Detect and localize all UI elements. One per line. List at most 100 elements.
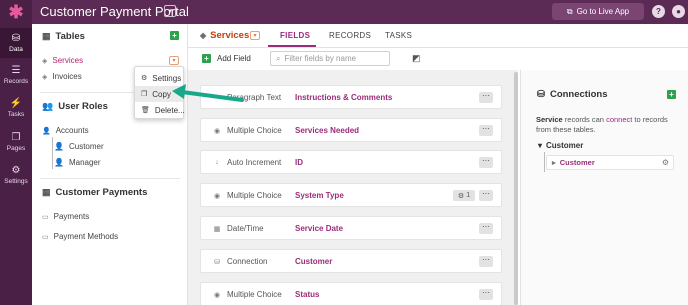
choice-icon: ◉ [213,127,221,135]
rail-item-tasks[interactable]: ⚡ Tasks [0,93,32,123]
divider [40,178,180,179]
connections-description: Service records can connect to records f… [536,115,678,135]
add-connection-button[interactable]: + [667,90,676,99]
user-icon: 👤 [54,142,64,151]
add-field-label: Add Field [217,54,251,63]
field-name[interactable]: System Type [295,191,344,200]
field-name[interactable]: Services Needed [295,126,359,135]
help-icon[interactable]: ? [652,5,665,18]
rule-count-badge[interactable]: ⚙ 1 [453,190,475,201]
user-roles-heading: 👥 User Roles [42,101,108,112]
customer-payments-heading: ▦ Customer Payments [42,187,147,198]
choice-icon: ◉ [213,192,221,200]
field-row[interactable]: ◉ Multiple Choice System Type ⚙ 1 ⋯ [200,183,502,207]
field-type: Multiple Choice [227,126,282,135]
connection-item-customer[interactable]: ▸ Customer ⚙ [546,155,674,170]
chevron-down-icon[interactable]: ▾ [164,5,176,17]
field-row[interactable]: ⛁ Connection Customer ⋯ [200,249,502,273]
more-options-button[interactable]: ⋯ [479,190,493,201]
more-options-button[interactable]: ⋯ [479,92,493,103]
connections-panel [520,70,688,305]
table-item-icon: ◈ [42,73,48,81]
tab-tasks[interactable]: TASKS [385,31,412,40]
menu-item-label: Copy [152,89,171,99]
field-name[interactable]: Customer [295,257,332,266]
field-row[interactable]: ◉ Multiple Choice Status ⋯ [200,282,502,305]
filter-placeholder: Filter fields by name [284,54,357,63]
nav-rail: ✱ ⛁ Data ☰ Records ⚡ Tasks ❐ Pages ⚙ Set… [0,0,32,305]
hide-fields-icon[interactable]: ◩ [412,53,421,64]
tasks-icon: ⚡ [9,97,23,109]
go-to-live-app-button[interactable]: ⧉ Go to Live App [552,3,644,20]
connection-item-label: Customer [559,158,595,167]
tables-heading: ▦ Tables [42,31,85,42]
sidebar-item-label: Payment Methods [53,232,119,241]
user-account-icon[interactable]: ● [672,5,685,18]
search-icon: ⌕ [276,53,281,63]
connections-title: Connections [549,89,608,100]
desc-text: records can [562,115,607,124]
more-options-button[interactable]: ⋯ [479,125,493,136]
rail-item-data[interactable]: ⛁ Data [0,28,32,58]
sidebar-item-services[interactable]: ◈ Services [42,56,83,65]
settings-icon: ⚙ [11,164,21,176]
field-name[interactable]: Status [295,290,319,299]
sidebar-item-label: Customer [68,142,104,151]
field-name[interactable]: Instructions & Comments [295,93,392,102]
connections-heading: ⛁ Connections [537,89,608,100]
gear-icon[interactable]: ⚙ [662,158,669,167]
connection-group-label: Customer [546,141,584,150]
gear-icon: ⚙ [141,75,148,82]
more-options-button[interactable]: ⋯ [479,256,493,267]
tab-records[interactable]: RECORDS [329,31,371,40]
sidebar-item-accounts[interactable]: 👤 Accounts [42,126,89,135]
connection-icon: ⛁ [214,258,220,266]
rule-count: 1 [466,192,471,199]
more-options-button[interactable]: ⋯ [479,157,493,168]
more-options-button[interactable]: ⋯ [479,223,493,234]
tree-line [544,152,545,172]
field-row[interactable]: ↓ Auto Increment ID ⋯ [200,150,502,174]
scrollbar[interactable] [514,72,518,305]
rail-label: Tasks [7,110,25,118]
active-tab-indicator [268,45,316,47]
rail-item-settings[interactable]: ⚙ Settings [0,160,32,190]
table-menu-chevron-icon[interactable]: ▾ [250,31,260,40]
payments-heading-label: Customer Payments [55,187,148,198]
caret-down-icon: ▾ [538,141,543,150]
field-type: Date/Time [227,224,264,233]
annotation-arrow-icon [172,84,244,102]
data-icon: ⛁ [11,32,21,44]
trash-icon: 🗑 [141,107,150,114]
add-field-button[interactable]: + Add Field [202,54,251,63]
rail-item-pages[interactable]: ❐ Pages [0,127,32,157]
tree-line [52,137,53,169]
choice-icon: ◉ [213,291,221,299]
connect-link[interactable]: connect [606,115,632,124]
table-item-icon: ▭ [42,233,49,241]
field-name[interactable]: Service Date [295,224,343,233]
app-logo-icon[interactable]: ✱ [0,0,32,24]
filter-fields-input[interactable]: ⌕ Filter fields by name [270,51,390,66]
sidebar-item-payments[interactable]: ▭ Payments [42,212,89,221]
calendar-icon: ▦ [213,225,221,233]
rail-label: Records [3,77,29,85]
connection-group-customer[interactable]: ▾ Customer [538,141,583,150]
sidebar-item-invoices[interactable]: ◈ Invoices [42,72,82,81]
top-bar: Customer Payment Portal ▾ ⧉ Go to Live A… [32,0,688,24]
field-name[interactable]: ID [295,158,303,167]
field-type: Connection [227,257,268,266]
sidebar-item-payment-methods[interactable]: ▭ Payment Methods [42,232,118,241]
field-type: Multiple Choice [227,191,282,200]
field-row[interactable]: ◉ Multiple Choice Services Needed ⋯ [200,118,502,142]
user-icon: 👤 [42,127,51,135]
more-options-button[interactable]: ⋯ [479,289,493,300]
sidebar-item-customer[interactable]: 👤 Customer [54,142,104,151]
sidebar-item-manager[interactable]: 👤 Manager [54,158,101,167]
field-row[interactable]: ▦ Date/Time Service Date ⋯ [200,216,502,240]
tab-fields[interactable]: FIELDS [280,31,310,40]
sidebar-item-label: Accounts [55,126,89,135]
services-menu-chevron-icon[interactable]: ▾ [169,56,179,65]
add-table-button[interactable]: + [170,31,179,40]
rail-item-records[interactable]: ☰ Records [0,60,32,90]
